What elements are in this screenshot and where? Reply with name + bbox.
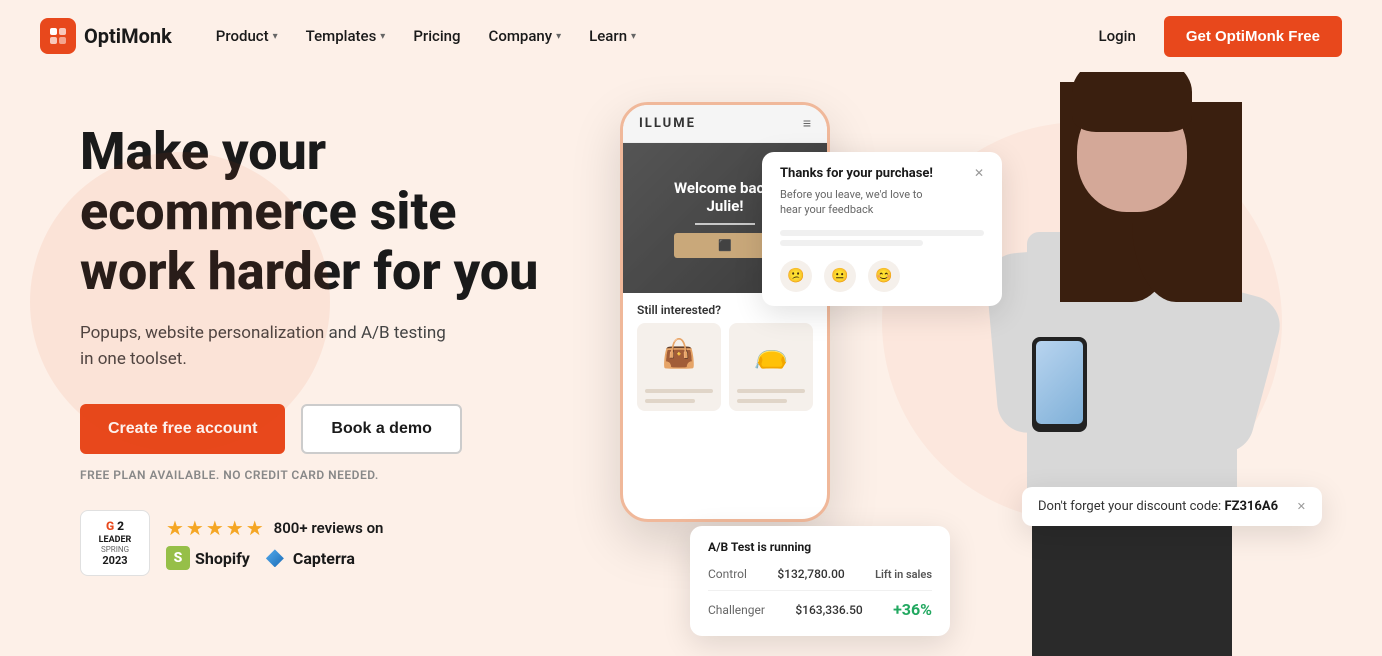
ab-divider xyxy=(708,590,932,591)
phone-product-2: 👝 xyxy=(729,323,813,411)
social-proof: G2 Leader SPRING 2023 ★★★★★ 800+ reviews… xyxy=(80,510,560,576)
nav-links: Product ▾ Templates ▾ Pricing Company ▾ … xyxy=(204,19,648,53)
phone-in-hand xyxy=(1032,337,1087,432)
reviews-info: ★★★★★ 800+ reviews on S Shopify Capterra xyxy=(166,516,383,570)
templates-chevron-icon: ▾ xyxy=(380,31,385,42)
get-optimonk-free-button[interactable]: Get OptiMonk Free xyxy=(1164,16,1342,57)
company-chevron-icon: ▾ xyxy=(556,31,561,42)
product-2-line2 xyxy=(737,399,787,403)
discount-code: FZ316A6 xyxy=(1224,499,1278,514)
card-feedback-header: Thanks for your purchase! ✕ xyxy=(780,166,984,181)
g2-leader-label: Leader xyxy=(99,535,132,545)
g2-logo: G2 xyxy=(106,519,124,533)
ab-lift-label: Lift in sales xyxy=(875,568,932,581)
banner-content: Welcome back,Julie! ⬛ xyxy=(674,179,776,258)
logo[interactable]: OptiMonk xyxy=(40,18,172,54)
nav-learn[interactable]: Learn ▾ xyxy=(577,19,648,53)
g2-year-label: 2023 xyxy=(102,554,127,567)
card-feedback-title: Thanks for your purchase! xyxy=(780,166,933,181)
phone-product-1: 👜 xyxy=(637,323,721,411)
star-icons: ★★★★★ xyxy=(166,516,266,540)
ab-control-row: Control $132,780.00 Lift in sales xyxy=(708,564,932,584)
ab-lift-value: +36% xyxy=(893,600,932,619)
ab-challenger-label: Challenger xyxy=(708,603,765,617)
stars-row: ★★★★★ 800+ reviews on xyxy=(166,516,383,540)
card-discount: Don't forget your discount code: FZ316A6… xyxy=(1022,487,1322,526)
navbar-right: Login Get OptiMonk Free xyxy=(1087,16,1342,57)
card-ab: A/B Test is running Control $132,780.00 … xyxy=(690,526,950,636)
platform-logos: S Shopify Capterra xyxy=(166,546,383,570)
ab-test-title: A/B Test is running xyxy=(708,540,932,554)
phone-products: 👜 👝 xyxy=(623,323,827,411)
deco-circle-1 xyxy=(30,152,330,452)
hamburger-icon: ≡ xyxy=(803,115,811,132)
product-2-img: 👝 xyxy=(729,323,813,383)
hero-right: ILLUME ≡ Welcome back,Julie! ⬛ Still int… xyxy=(560,92,1342,656)
product-1-line2 xyxy=(645,399,695,403)
book-demo-button[interactable]: Book a demo xyxy=(301,404,461,454)
nav-product[interactable]: Product ▾ xyxy=(204,19,290,53)
product-2-line xyxy=(737,389,805,393)
ab-control-value: $132,780.00 xyxy=(777,567,844,581)
ab-challenger-row: Challenger $163,336.50 +36% xyxy=(708,597,932,622)
g2-badge: G2 Leader SPRING 2023 xyxy=(80,510,150,576)
hero-section: Make your ecommerce site work harder for… xyxy=(0,72,1382,656)
login-button[interactable]: Login xyxy=(1087,19,1148,53)
discount-close-icon[interactable]: ✕ xyxy=(1297,500,1306,513)
emoji-neutral[interactable]: 😐 xyxy=(824,260,856,292)
product-chevron-icon: ▾ xyxy=(273,31,278,42)
phone-store-name: ILLUME xyxy=(639,116,696,131)
shopify-icon: S xyxy=(166,546,190,570)
emoji-happy[interactable]: 😊 xyxy=(868,260,900,292)
nav-pricing[interactable]: Pricing xyxy=(401,19,472,53)
phone-screen xyxy=(1036,341,1083,424)
reviews-count: 800+ reviews on xyxy=(274,519,384,537)
ab-control-label: Control xyxy=(708,567,747,581)
banner-divider xyxy=(695,223,755,225)
card-feedback-text: Before you leave, we'd love tohear your … xyxy=(780,187,984,218)
nav-templates[interactable]: Templates ▾ xyxy=(294,19,398,53)
navbar: OptiMonk Product ▾ Templates ▾ Pricing C… xyxy=(0,0,1382,72)
free-plan-note: FREE PLAN AVAILABLE. NO CREDIT CARD NEED… xyxy=(80,468,560,482)
ab-challenger-value: $163,336.50 xyxy=(795,603,862,617)
feedback-lines xyxy=(780,230,984,246)
emoji-row: 😕 😐 😊 xyxy=(780,260,984,292)
person-hair-top xyxy=(1072,72,1192,132)
shopify-logo: S Shopify xyxy=(166,546,250,570)
capterra-icon xyxy=(266,549,284,567)
logo-icon xyxy=(40,18,76,54)
phone-header: ILLUME ≡ xyxy=(623,105,827,143)
product-1-img: 👜 xyxy=(637,323,721,383)
logo-text: OptiMonk xyxy=(84,24,172,48)
card-feedback-close-icon[interactable]: ✕ xyxy=(974,166,984,180)
capterra-logo: Capterra xyxy=(266,549,355,568)
navbar-left: OptiMonk Product ▾ Templates ▾ Pricing C… xyxy=(40,18,648,54)
emoji-sad[interactable]: 😕 xyxy=(780,260,812,292)
banner-title: Welcome back,Julie! xyxy=(674,179,776,215)
learn-chevron-icon: ▾ xyxy=(631,31,636,42)
discount-text: Don't forget your discount code: FZ316A6 xyxy=(1038,499,1278,514)
card-feedback: Thanks for your purchase! ✕ Before you l… xyxy=(762,152,1002,306)
product-1-line xyxy=(645,389,713,393)
feedback-line-2 xyxy=(780,240,923,246)
feedback-line-1 xyxy=(780,230,984,236)
nav-company[interactable]: Company ▾ xyxy=(477,19,574,53)
banner-cta: ⬛ xyxy=(674,233,776,258)
g2-season-label: SPRING xyxy=(101,545,129,554)
